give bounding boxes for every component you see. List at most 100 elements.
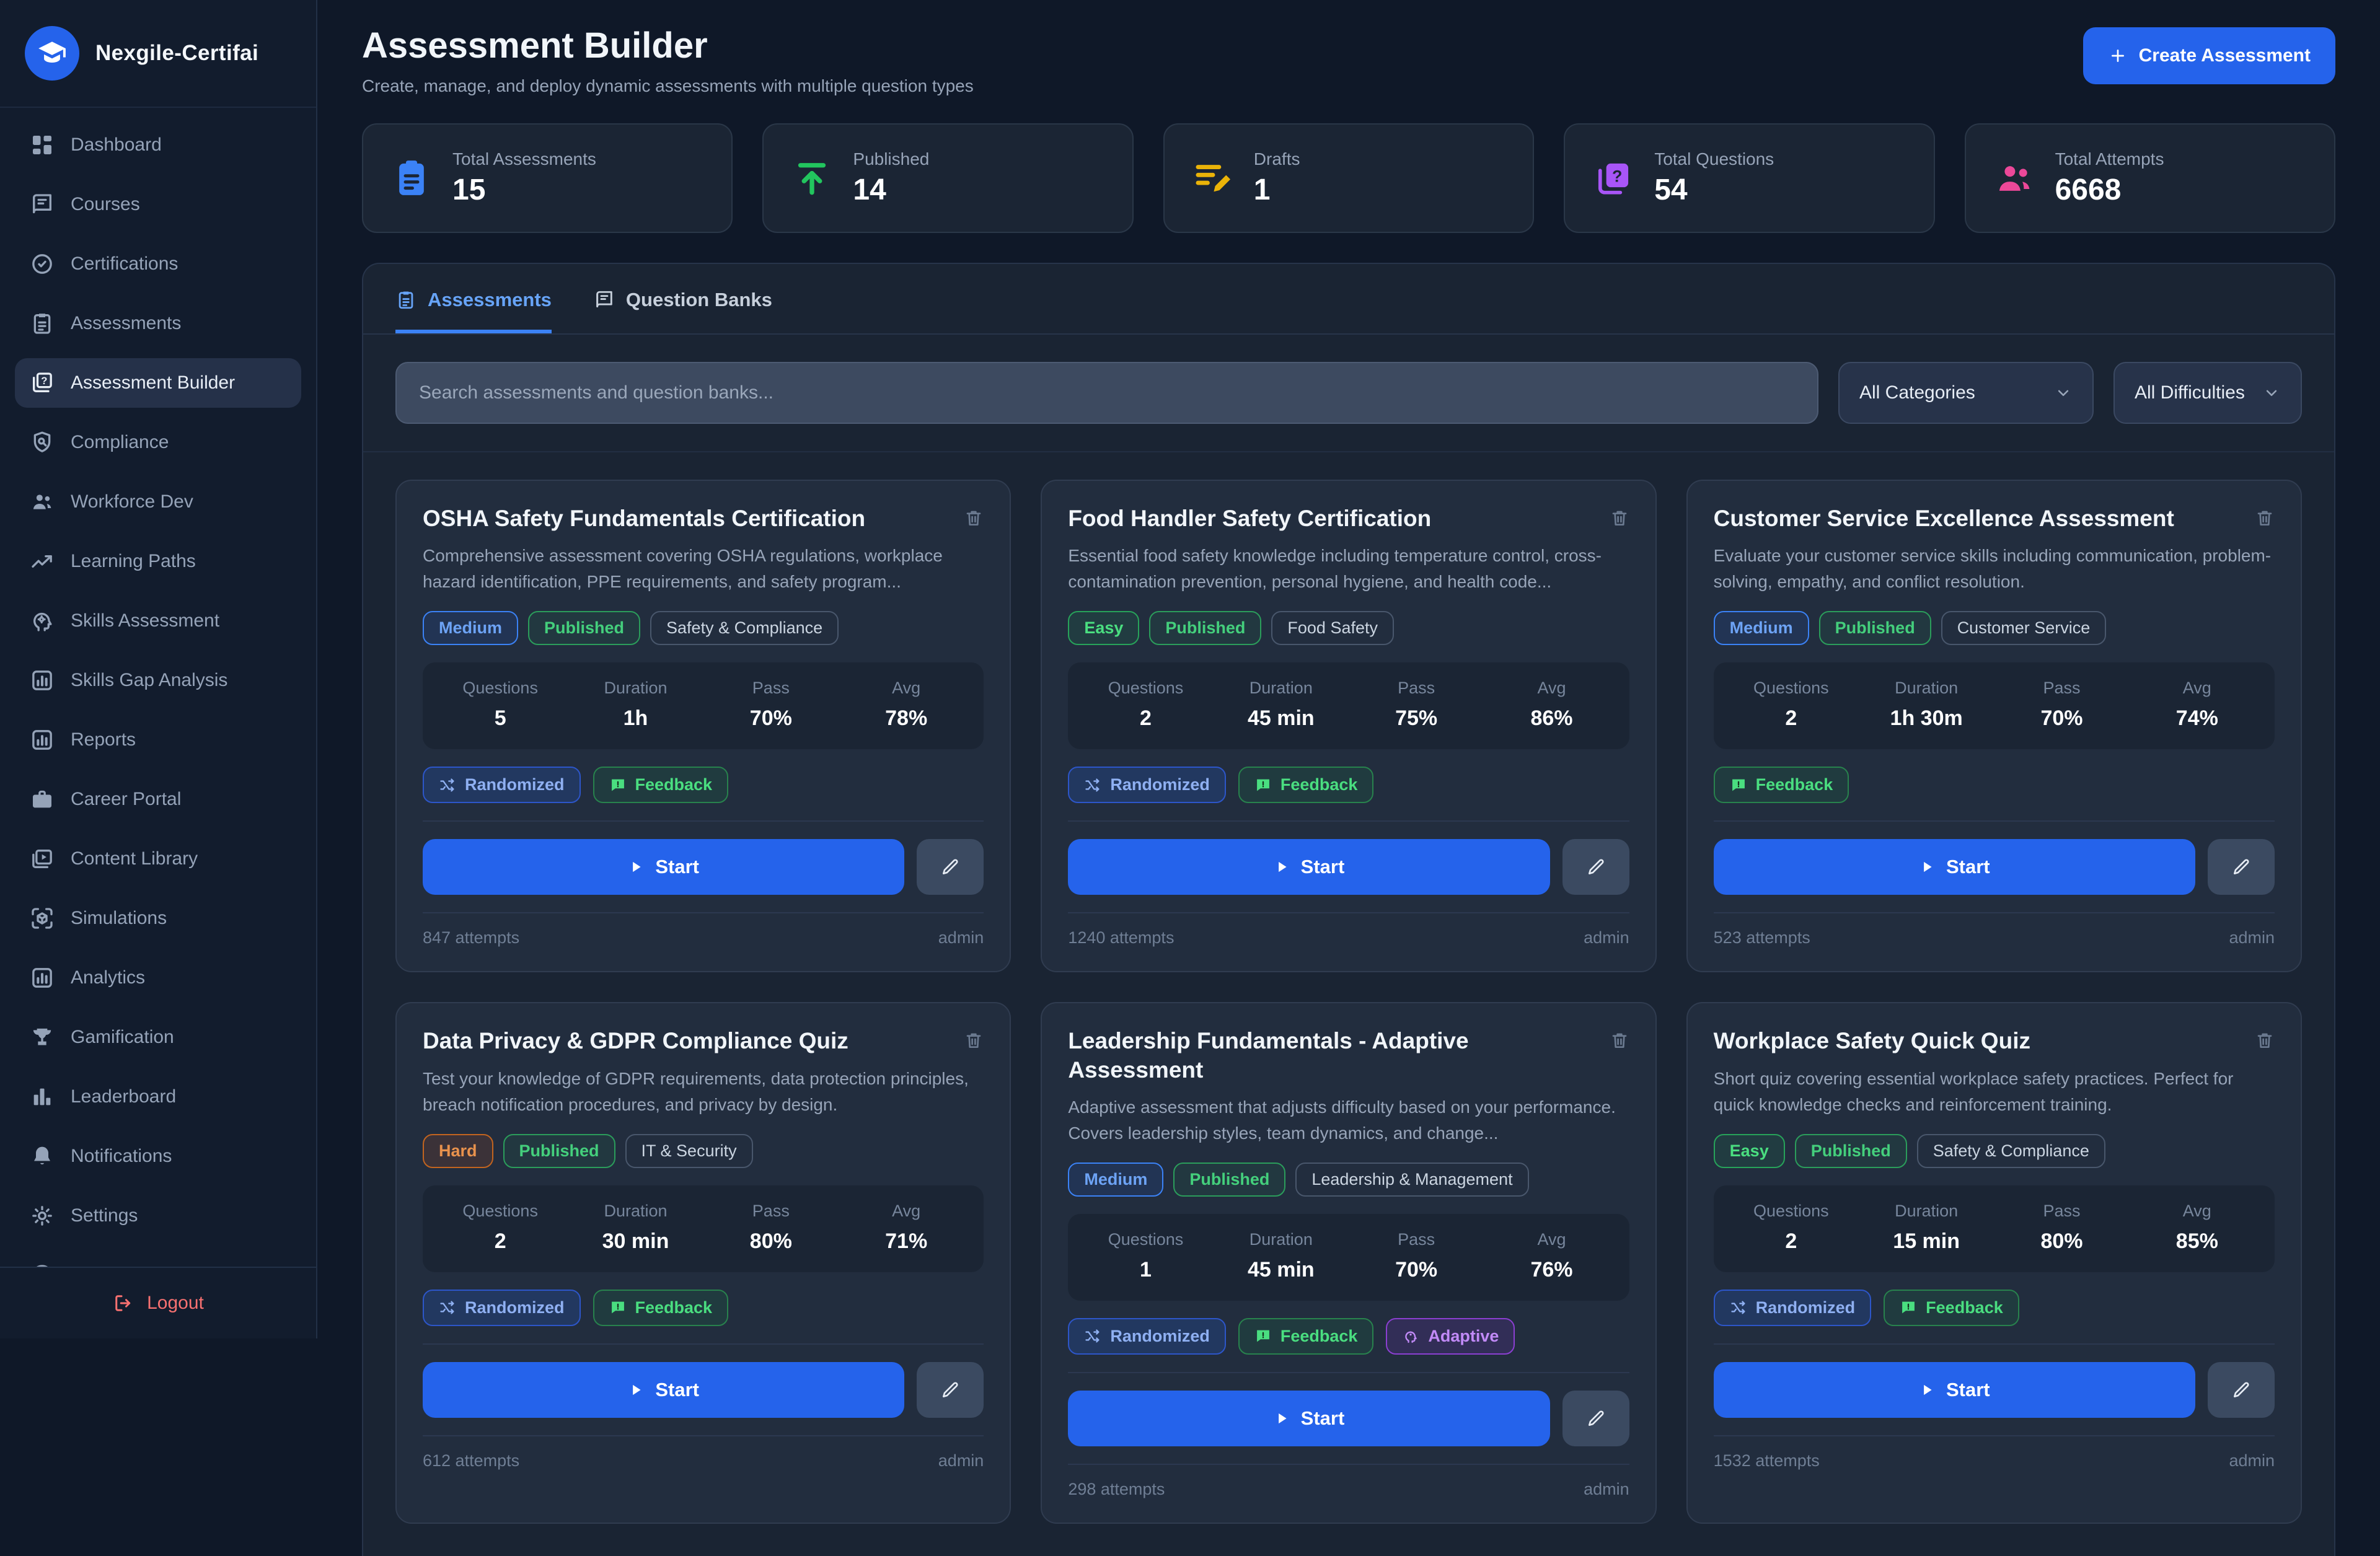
sidebar-item-learning-paths[interactable]: Learning Paths [15, 537, 301, 586]
edit-button[interactable] [2207, 1361, 2275, 1418]
logout-button[interactable]: Logout [0, 1267, 316, 1338]
edit-button[interactable] [2207, 839, 2275, 895]
card-question-icon: ? [30, 371, 55, 395]
author-label: admin [2229, 1451, 2275, 1470]
stat-questions: Questions 2 [1753, 679, 1829, 731]
clipboard-icon [30, 311, 55, 336]
stat-label: Drafts [1253, 149, 1300, 169]
sidebar-item-dashboard[interactable]: Dashboard [15, 120, 301, 170]
svg-text:?: ? [1612, 167, 1622, 185]
start-button[interactable]: Start [1068, 839, 1550, 895]
chevron-down-icon [2262, 384, 2281, 402]
stat-duration: Duration 1h 30m [1890, 679, 1963, 731]
feature-tags: Randomized Feedback Adaptive [1068, 1317, 1629, 1355]
assessment-card: Customer Service Excellence Assessment E… [1686, 480, 2302, 973]
difficulty-badge: Easy [1713, 1133, 1785, 1168]
adaptive-tag: Adaptive [1386, 1317, 1515, 1355]
start-button[interactable]: Start [423, 839, 905, 895]
sidebar-item-certifications[interactable]: Certifications [15, 239, 301, 289]
trash-icon[interactable] [2255, 1031, 2275, 1050]
stat-questions: Questions 1 [1108, 1229, 1184, 1281]
assessment-description: Short quiz covering essential workplace … [1713, 1068, 2234, 1114]
svg-text:?: ? [41, 375, 47, 387]
trash-icon[interactable] [1610, 508, 1629, 528]
sidebar-item-content-library[interactable]: Content Library [15, 834, 301, 884]
author-label: admin [1584, 1479, 1629, 1498]
stat-avg: Avg 76% [1530, 1229, 1573, 1281]
create-assessment-label: Create Assessment [2138, 45, 2311, 66]
sidebar-item-assessments[interactable]: Assessments [15, 299, 301, 348]
stat-card-total-questions: ? Total Questions 54 [1564, 123, 1935, 233]
difficulty-select[interactable]: All Difficulties [2113, 362, 2302, 424]
feedback-tag: Feedback [593, 1289, 729, 1326]
assessment-title: Workplace Safety Quick Quiz [1713, 1028, 2030, 1054]
filter-row: All Categories All Difficulties [363, 335, 2334, 452]
stat-avg: Avg 78% [885, 679, 928, 731]
sidebar-item-analytics[interactable]: Analytics [15, 953, 301, 1003]
status-badge: Published [1173, 1162, 1286, 1197]
edit-button[interactable] [917, 839, 984, 895]
pencil-icon [1586, 1409, 1606, 1428]
assessment-stats: Questions 1 Duration 45 min Pass 70% Avg 76% [1068, 1213, 1629, 1301]
status-badge: Published [503, 1133, 615, 1168]
sidebar-item-profile[interactable]: Profile [15, 1251, 301, 1267]
dashboard-icon [30, 133, 55, 157]
shuffle-icon [1084, 776, 1101, 794]
start-button[interactable]: Start [1713, 839, 2195, 895]
trash-icon[interactable] [964, 1031, 984, 1050]
category-select[interactable]: All Categories [1838, 362, 2094, 424]
stat-pass: Pass 80% [2040, 1201, 2083, 1253]
page-subtitle: Create, manage, and deploy dynamic asses… [362, 76, 974, 95]
book-icon [30, 192, 55, 217]
edit-button[interactable] [917, 1361, 984, 1418]
edit-button[interactable] [1562, 1390, 1629, 1446]
assessment-card: OSHA Safety Fundamentals Certification C… [395, 480, 1011, 973]
brand-name: Nexgile-Certifai [95, 41, 259, 65]
trash-icon[interactable] [964, 508, 984, 528]
stat-duration: Duration 45 min [1247, 679, 1315, 731]
settings-icon [30, 1203, 55, 1228]
play-icon [1274, 859, 1290, 875]
stat-card-total-assessments: Total Assessments 15 [362, 123, 733, 233]
stat-duration: Duration 1h [604, 679, 668, 731]
tab-assessments[interactable]: Assessments [395, 289, 552, 333]
sidebar-item-courses[interactable]: Courses [15, 180, 301, 229]
sidebar-item-skills-assessment[interactable]: Skills Assessment [15, 596, 301, 646]
sidebar: Nexgile-Certifai Dashboard Courses Certi… [0, 0, 317, 1338]
edit-button[interactable] [1562, 839, 1629, 895]
sidebar-nav: Dashboard Courses Certifications Assessm… [0, 108, 316, 1267]
sidebar-item-skills-gap-analysis[interactable]: Skills Gap Analysis [15, 656, 301, 705]
feedback-tag: Feedback [593, 767, 729, 804]
sidebar-item-compliance[interactable]: Compliance [15, 418, 301, 467]
stat-pass: Pass 80% [749, 1201, 792, 1253]
tab-question-banks[interactable]: Question Banks [594, 289, 772, 333]
message-alert-icon [1900, 1299, 1917, 1316]
attempts-count: 1240 attempts [1068, 928, 1175, 947]
sidebar-item-settings[interactable]: Settings [15, 1191, 301, 1241]
difficulty-select-value: All Difficulties [2135, 382, 2245, 403]
sidebar-item-simulations[interactable]: Simulations [15, 894, 301, 943]
start-button[interactable]: Start [1068, 1390, 1550, 1446]
shuffle-icon [1084, 1327, 1101, 1345]
difficulty-badge: Medium [1068, 1162, 1164, 1197]
stat-label: Total Assessments [452, 149, 596, 169]
sidebar-item-workforce-dev[interactable]: Workforce Dev [15, 477, 301, 527]
sidebar-item-notifications[interactable]: Notifications [15, 1132, 301, 1181]
search-input[interactable] [395, 362, 1818, 424]
sidebar-item-reports[interactable]: Reports [15, 715, 301, 765]
trash-icon[interactable] [1610, 1031, 1629, 1050]
trash-icon[interactable] [2255, 508, 2275, 528]
create-assessment-button[interactable]: Create Assessment [2082, 27, 2335, 84]
sidebar-item-assessment-builder[interactable]: ? Assessment Builder [15, 358, 301, 408]
sidebar-item-career-portal[interactable]: Career Portal [15, 775, 301, 824]
start-button[interactable]: Start [423, 1361, 905, 1418]
difficulty-badge: Medium [1713, 611, 1809, 646]
status-badge: Published [528, 611, 641, 646]
sidebar-item-gamification[interactable]: Gamification [15, 1013, 301, 1062]
divider [1713, 912, 2275, 914]
stat-duration: Duration 15 min [1893, 1201, 1960, 1253]
sidebar-item-leaderboard[interactable]: Leaderboard [15, 1072, 301, 1122]
author-label: admin [2229, 928, 2275, 947]
start-button[interactable]: Start [1713, 1361, 2195, 1418]
badges-row: Hard Published IT & Security [423, 1133, 984, 1168]
